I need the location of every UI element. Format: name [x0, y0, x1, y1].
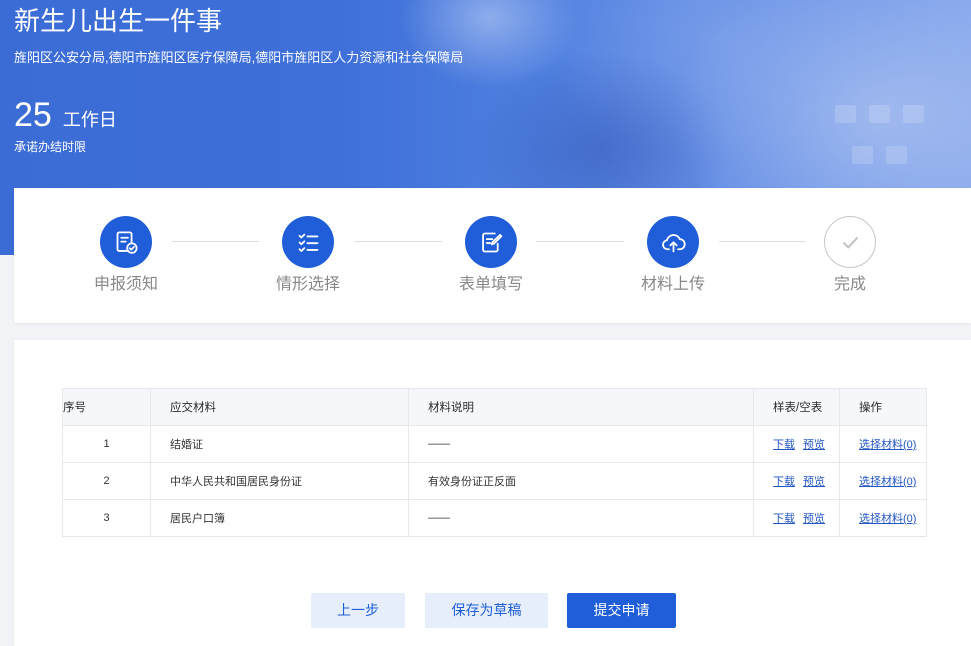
- check-icon: [842, 236, 858, 248]
- download-link[interactable]: 下载: [773, 476, 795, 488]
- responsible-departments: 旌阳区公安分局,德阳市旌阳区医疗保障局,德阳市旌阳区人力资源和社会保障局: [14, 50, 464, 65]
- step-connector: [536, 241, 624, 242]
- column-header-description: 材料说明: [408, 388, 754, 426]
- step-label: 材料上传: [640, 276, 705, 293]
- banner-decor-tile: [852, 146, 873, 164]
- cell-material-description: ——: [408, 499, 754, 537]
- preview-link[interactable]: 预览: [803, 513, 825, 525]
- step-label: 完成: [833, 276, 866, 293]
- banner-decor-tile: [903, 105, 924, 123]
- step-circle: [465, 216, 517, 268]
- step-complete: 完成: [800, 216, 900, 295]
- submit-application-button[interactable]: 提交申请: [567, 593, 676, 628]
- page-title: 新生儿出生一件事: [14, 6, 223, 36]
- checklist-icon: [298, 233, 318, 252]
- cell-index: 1: [62, 425, 151, 463]
- cell-material-name: 居民户口簿: [150, 499, 409, 537]
- cell-action: 选择材料(0): [839, 462, 927, 500]
- cell-material-name: 结婚证: [150, 425, 409, 463]
- step-form: 表单填写: [441, 216, 541, 295]
- cell-material-description: ——: [408, 425, 754, 463]
- select-material-link[interactable]: 选择材料(0): [859, 513, 916, 525]
- previous-step-button[interactable]: 上一步: [311, 593, 405, 628]
- table-header-row: 序号 应交材料 材料说明 样表/空表 操作: [62, 388, 927, 426]
- cell-action: 选择材料(0): [839, 499, 927, 537]
- page: 新生儿出生一件事 旌阳区公安分局,德阳市旌阳区医疗保障局,德阳市旌阳区人力资源和…: [0, 0, 971, 646]
- time-limit-label: 承诺办结时限: [14, 140, 87, 154]
- save-draft-button[interactable]: 保存为草稿: [425, 593, 548, 628]
- step-label: 表单填写: [458, 276, 523, 293]
- column-header-action: 操作: [839, 388, 927, 426]
- step-circle: [824, 216, 876, 268]
- step-connector: [172, 241, 259, 242]
- step-connector: [719, 241, 806, 242]
- materials-card: 序号 应交材料 材料说明 样表/空表 操作 1 结婚证 —— 下载 预览 选择材料…: [14, 340, 971, 646]
- step-scenario: 情形选择: [258, 216, 358, 295]
- cell-template: 下载 预览: [753, 462, 840, 500]
- cell-material-name: 中华人民共和国居民身份证: [150, 462, 409, 500]
- step-label: 申报须知: [93, 276, 158, 293]
- time-limit: 25 工作日: [14, 95, 117, 135]
- step-notice: 申报须知: [76, 216, 176, 295]
- table-row: 2 中华人民共和国居民身份证 有效身份证正反面 下载 预览 选择材料(0): [62, 462, 927, 500]
- table-row: 1 结婚证 —— 下载 预览 选择材料(0): [62, 425, 927, 463]
- table-row: 3 居民户口簿 —— 下载 预览 选择材料(0): [62, 499, 927, 537]
- preview-link[interactable]: 预览: [803, 439, 825, 451]
- form-edit-icon: [481, 232, 502, 252]
- select-material-link[interactable]: 选择材料(0): [859, 439, 916, 451]
- notice-check-icon: [116, 230, 138, 254]
- download-link[interactable]: 下载: [773, 513, 795, 525]
- step-connector: [354, 241, 442, 242]
- cell-template: 下载 预览: [753, 499, 840, 537]
- cell-template: 下载 预览: [753, 425, 840, 463]
- select-material-link[interactable]: 选择材料(0): [859, 476, 916, 488]
- step-circle: [282, 216, 334, 268]
- materials-table: 序号 应交材料 材料说明 样表/空表 操作 1 结婚证 —— 下载 预览 选择材料…: [62, 388, 927, 537]
- preview-link[interactable]: 预览: [803, 476, 825, 488]
- cell-material-description: 有效身份证正反面: [408, 462, 754, 500]
- step-circle: [647, 216, 699, 268]
- banner-decor-tile: [835, 105, 856, 123]
- column-header-template: 样表/空表: [753, 388, 840, 426]
- column-header-index: 序号: [62, 388, 151, 426]
- cell-index: 2: [62, 462, 151, 500]
- banner-decor-tile: [869, 105, 890, 123]
- time-limit-unit: 工作日: [62, 110, 117, 130]
- cloud-upload-icon: [661, 233, 686, 252]
- steps-card: 申报须知 情形选择 表单填写 材料上传 完成: [14, 188, 971, 323]
- step-circle: [100, 216, 152, 268]
- download-link[interactable]: 下载: [773, 439, 795, 451]
- cell-index: 3: [62, 499, 151, 537]
- cell-action: 选择材料(0): [839, 425, 927, 463]
- column-header-material: 应交材料: [150, 388, 409, 426]
- step-label: 情形选择: [275, 276, 340, 293]
- step-upload: 材料上传: [623, 216, 723, 295]
- time-limit-value: 25: [14, 96, 52, 134]
- banner-decor-tile: [886, 146, 907, 164]
